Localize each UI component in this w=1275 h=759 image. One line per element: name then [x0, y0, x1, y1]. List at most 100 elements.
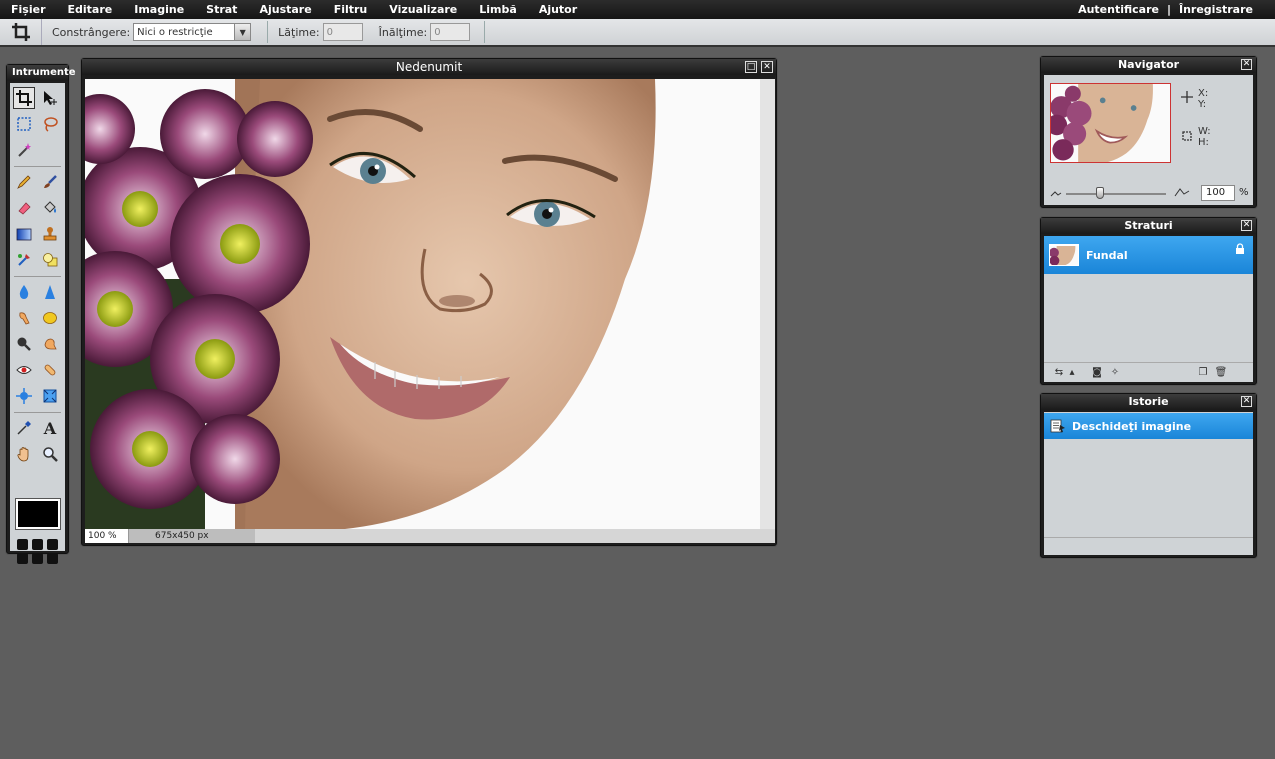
chevron-down-icon: ▼ [234, 24, 251, 40]
image-canvas[interactable] [85, 79, 760, 529]
register-link[interactable]: Înregistrare [1179, 3, 1253, 16]
menu-layer[interactable]: Strat [195, 3, 248, 16]
tools-body: A [10, 83, 65, 564]
history-body: Deschideţi imagine [1044, 412, 1253, 555]
options-bar: Constrângere: Nici o restricţie ▼ Lăţime… [0, 19, 1275, 47]
close-icon[interactable]: ✕ [1241, 396, 1252, 407]
smudge-tool-icon[interactable] [13, 307, 35, 329]
hand-tool-icon[interactable] [13, 443, 35, 465]
zoom-unit: % [1239, 187, 1249, 198]
bloat-tool-icon[interactable] [13, 385, 35, 407]
layers-body: Fundal ⇆ ▴ ◙ ✧ ❐ 🗑 [1044, 236, 1253, 382]
marquee-tool-icon[interactable] [13, 113, 35, 135]
zoom-percent-input[interactable]: 100 [1201, 185, 1235, 201]
layer-style-icon[interactable]: ✧ [1108, 367, 1122, 379]
zoom-tool-icon[interactable] [39, 443, 61, 465]
close-icon[interactable]: ✕ [761, 61, 773, 73]
menu-adjust[interactable]: Ajustare [248, 3, 322, 16]
mini-button-6[interactable] [47, 553, 58, 564]
burn-tool-icon[interactable] [39, 333, 61, 355]
sharpen-tool-icon[interactable] [39, 281, 61, 303]
menu-view[interactable]: Vizualizare [378, 3, 468, 16]
color-replace-icon[interactable] [13, 249, 35, 271]
trash-icon[interactable]: 🗑 [1214, 367, 1228, 379]
constraint-select[interactable]: Nici o restricţie ▼ [133, 23, 252, 41]
blur-tool-icon[interactable] [13, 281, 35, 303]
close-icon[interactable]: ✕ [1241, 220, 1252, 231]
clone-stamp-icon[interactable] [39, 223, 61, 245]
magic-wand-icon[interactable] [13, 139, 35, 161]
menu-edit[interactable]: Editare [57, 3, 124, 16]
height-label: Înălţime: [378, 25, 428, 39]
menu-bar: Fișier Editare Imagine Strat Ajustare Fi… [0, 0, 1275, 19]
new-layer-icon[interactable]: ❐ [1196, 367, 1210, 379]
lasso-tool-icon[interactable] [39, 113, 61, 135]
mini-button-4[interactable] [17, 553, 28, 564]
maximize-icon[interactable]: □ [745, 61, 757, 73]
zoom-slider-track[interactable] [1066, 193, 1166, 195]
navigator-thumbnail[interactable] [1050, 83, 1171, 163]
pinch-tool-icon[interactable] [39, 385, 61, 407]
image-status-bar: 100 % 675x450 px [85, 529, 775, 543]
eraser-tool-icon[interactable] [13, 197, 35, 219]
image-dimensions: 675x450 px [129, 529, 255, 543]
dodge-tool-icon[interactable] [13, 333, 35, 355]
menu-help[interactable]: Ajutor [528, 3, 588, 16]
login-link[interactable]: Autentificare [1078, 3, 1159, 16]
image-window-title: Nedenumit [82, 59, 776, 75]
sponge-tool-icon[interactable] [39, 307, 61, 329]
layer-settings-icon[interactable]: ⇆ [1052, 367, 1066, 379]
history-footer [1044, 537, 1253, 555]
width-label: Lăţime: [278, 25, 320, 39]
layers-panel: Straturi ✕ Fundal ⇆ ▴ ◙ ✧ ❐ 🗑 [1040, 217, 1257, 385]
width-coordinate-label: W: [1198, 126, 1211, 137]
move-tool-icon[interactable] [39, 87, 61, 109]
constraint-label: Constrângere: [52, 25, 131, 39]
close-icon[interactable]: ✕ [1241, 59, 1252, 70]
menu-file[interactable]: Fișier [0, 3, 57, 16]
auth-links: Autentificare | Înregistrare [1078, 0, 1253, 19]
crosshair-icon [1181, 91, 1193, 103]
zoom-out-mountain-icon[interactable] [1050, 187, 1062, 197]
vertical-scrollbar[interactable] [760, 79, 775, 529]
menu-image[interactable]: Imagine [123, 3, 195, 16]
red-eye-icon[interactable] [13, 359, 35, 381]
zoom-slider-thumb[interactable] [1096, 187, 1104, 199]
menu-filter[interactable]: Filtru [323, 3, 379, 16]
draw-shape-icon[interactable] [39, 249, 61, 271]
navigator-title: Navigator [1041, 57, 1256, 73]
tools-panel: Intrumente A [6, 64, 76, 564]
history-panel: Istorie ✕ Deschideţi imagine [1040, 393, 1257, 558]
history-title: Istorie [1041, 394, 1256, 410]
navigator-panel: Navigator ✕ X: Y: W: H: 100 % [1040, 56, 1257, 208]
mini-button-1[interactable] [17, 539, 28, 550]
navigator-body: X: Y: W: H: 100 % [1044, 75, 1253, 205]
menu-language[interactable]: Limbă [468, 3, 528, 16]
x-coordinate-label: X: [1198, 88, 1209, 99]
color-picker-icon[interactable] [13, 417, 35, 439]
mini-button-5[interactable] [32, 553, 43, 564]
spot-heal-icon[interactable] [39, 359, 61, 381]
paint-bucket-icon[interactable] [39, 197, 61, 219]
type-tool-icon[interactable]: A [39, 417, 61, 439]
history-item-label: Deschideţi imagine [1072, 419, 1192, 433]
crop-tool-indicator-icon [0, 19, 42, 45]
zoom-in-mountain-icon[interactable] [1174, 185, 1190, 197]
mini-button-3[interactable] [47, 539, 58, 550]
history-item[interactable]: Deschideţi imagine [1044, 413, 1253, 439]
gradient-tool-icon[interactable] [13, 223, 35, 245]
open-document-icon [1050, 419, 1065, 433]
constraint-value: Nici o restricţie [137, 26, 213, 38]
zoom-level-field[interactable]: 100 % [85, 529, 129, 543]
height-input[interactable]: 0 [430, 23, 471, 41]
pencil-tool-icon[interactable] [13, 171, 35, 193]
foreground-color-swatch[interactable] [15, 498, 61, 530]
layer-mask-icon[interactable]: ◙ [1090, 367, 1104, 379]
crop-tool-icon[interactable] [13, 87, 35, 109]
mini-button-2[interactable] [32, 539, 43, 550]
width-input[interactable]: 0 [322, 23, 363, 41]
layer-row[interactable]: Fundal [1044, 236, 1253, 274]
brush-tool-icon[interactable] [39, 171, 61, 193]
chevron-up-icon[interactable]: ▴ [1068, 367, 1076, 379]
auth-separator: | [1166, 3, 1171, 16]
